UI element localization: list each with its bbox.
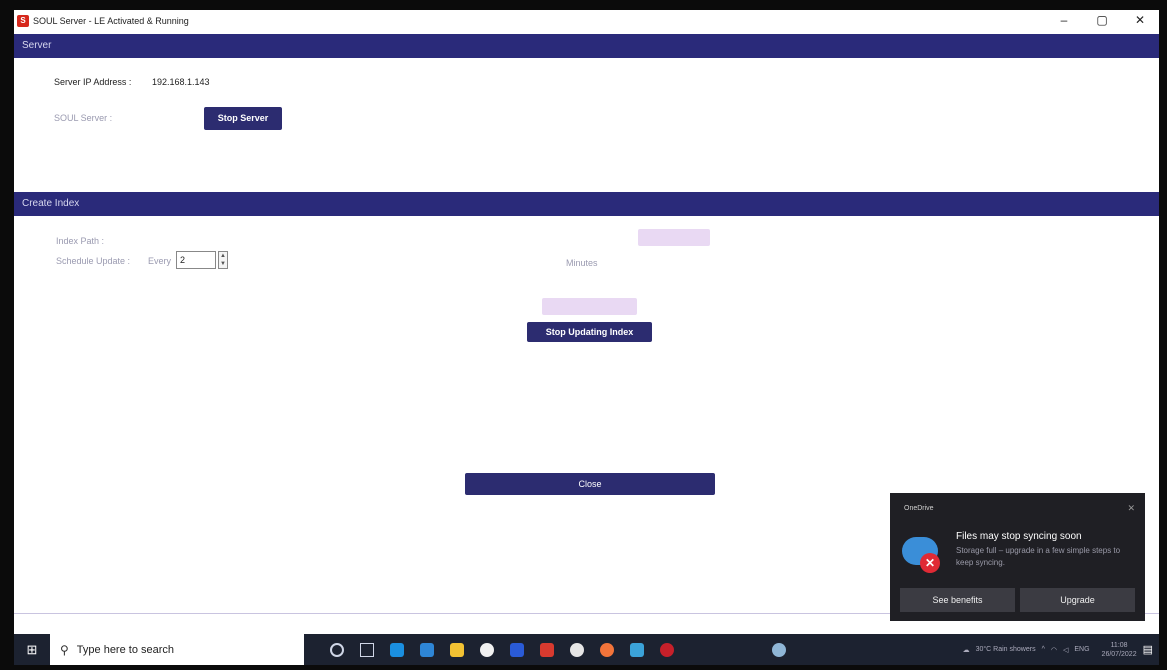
soul-server-label: SOUL Server : [54, 113, 113, 123]
search-icon: ⚲ [60, 642, 69, 657]
close-window-button[interactable]: ✕ [1121, 10, 1159, 32]
notification-icon[interactable]: ▤ [1143, 643, 1153, 656]
app-window: S SOUL Server - LE Activated & Running –… [14, 10, 1159, 665]
toast-app-name: OneDrive [904, 505, 934, 512]
taskbar-search[interactable]: ⚲ Type here to search [50, 634, 304, 665]
minutes-label: Minutes [566, 258, 598, 268]
schedule-update-label: Schedule Update : [56, 256, 131, 266]
interval-spinner[interactable]: ▲ ▼ [218, 251, 228, 269]
server-section-header: Server [14, 34, 1159, 58]
date-text: 26/07/2022 [1101, 650, 1137, 658]
settings-icon[interactable] [570, 642, 584, 657]
create-index-section-header: Create Index [14, 192, 1159, 216]
photos-icon[interactable] [630, 642, 644, 657]
onedrive-toast[interactable]: OneDrive ✕ ✕ Files may stop syncing soon… [890, 493, 1145, 621]
soul-server-taskbar-icon[interactable] [660, 642, 674, 657]
toast-title: Files may stop syncing soon [956, 531, 1082, 542]
clock[interactable]: 11:08 26/07/2022 [1096, 641, 1137, 659]
minimize-button[interactable]: – [1045, 10, 1083, 32]
edge-icon[interactable] [390, 642, 404, 657]
cortana-icon[interactable] [330, 642, 344, 657]
interval-input[interactable]: 2 [176, 251, 216, 269]
stop-server-button[interactable]: Stop Server [204, 107, 282, 130]
weather-text[interactable]: 30°C Rain showers [976, 646, 1036, 653]
toast-close-icon[interactable]: ✕ [1127, 503, 1135, 514]
browse-button[interactable] [638, 229, 710, 246]
search-placeholder: Type here to search [76, 643, 175, 656]
firefox-icon[interactable] [600, 642, 614, 657]
network-app-icon[interactable] [772, 642, 786, 657]
update-index-button[interactable] [542, 298, 637, 315]
pinned-apps [322, 642, 794, 657]
maximize-button[interactable]: ▢ [1083, 10, 1121, 32]
time-text: 11:08 [1110, 641, 1128, 649]
close-button[interactable]: Close [465, 473, 715, 495]
upgrade-button[interactable]: Upgrade [1020, 588, 1135, 612]
taskbar: ⊞ ⚲ Type here to search ☁ 30°C Rain show… [14, 634, 1159, 665]
chrome-icon[interactable] [480, 642, 494, 657]
error-icon: ✕ [920, 553, 940, 573]
weather-icon: ☁ [962, 646, 970, 654]
index-path-label: Index Path : [56, 236, 105, 246]
stop-updating-index-button[interactable]: Stop Updating Index [527, 322, 652, 342]
volume-icon[interactable]: ◁ [1063, 646, 1068, 654]
tray-overflow-icon[interactable]: ^ [1042, 646, 1045, 653]
title-bar: S SOUL Server - LE Activated & Running –… [14, 10, 1159, 32]
office-icon[interactable] [540, 642, 554, 657]
see-benefits-button[interactable]: See benefits [900, 588, 1015, 612]
wifi-icon[interactable]: ◠ [1051, 646, 1057, 654]
app-logo-icon: S [17, 15, 29, 27]
file-explorer-icon[interactable] [450, 642, 464, 657]
server-ip-value: 192.168.1.143 [152, 77, 210, 87]
system-tray: ☁ 30°C Rain showers ^ ◠ ◁ ENG 11:08 26/0… [957, 634, 1153, 665]
word-icon[interactable] [510, 642, 524, 657]
server-ip-label: Server IP Address : [54, 77, 132, 87]
every-label: Every [148, 256, 172, 266]
language-indicator[interactable]: ENG [1074, 646, 1089, 653]
windows-start-icon[interactable]: ⊞ [14, 634, 50, 665]
window-controls: – ▢ ✕ [1045, 10, 1159, 32]
task-view-icon[interactable] [360, 642, 374, 657]
toast-body: Storage full – upgrade in a few simple s… [956, 546, 1121, 567]
mail-icon[interactable] [420, 642, 434, 657]
window-title: SOUL Server - LE Activated & Running [33, 16, 189, 26]
